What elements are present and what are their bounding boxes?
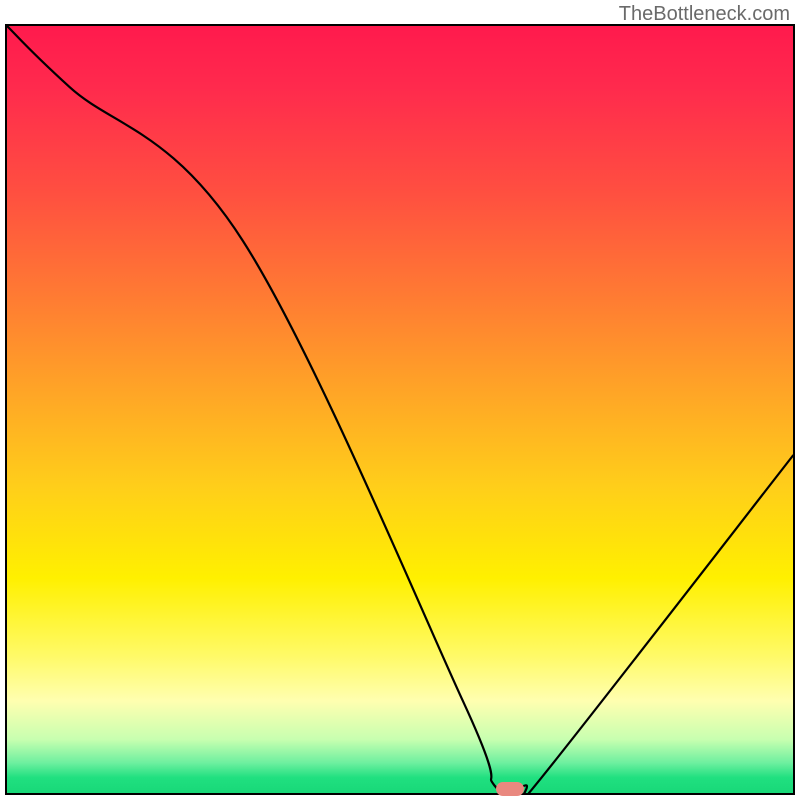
bottleneck-curve <box>7 26 793 793</box>
attribution-label: TheBottleneck.com <box>619 3 790 26</box>
chart-svg <box>7 26 793 793</box>
chart-frame <box>5 24 795 795</box>
optimum-marker <box>496 782 524 796</box>
